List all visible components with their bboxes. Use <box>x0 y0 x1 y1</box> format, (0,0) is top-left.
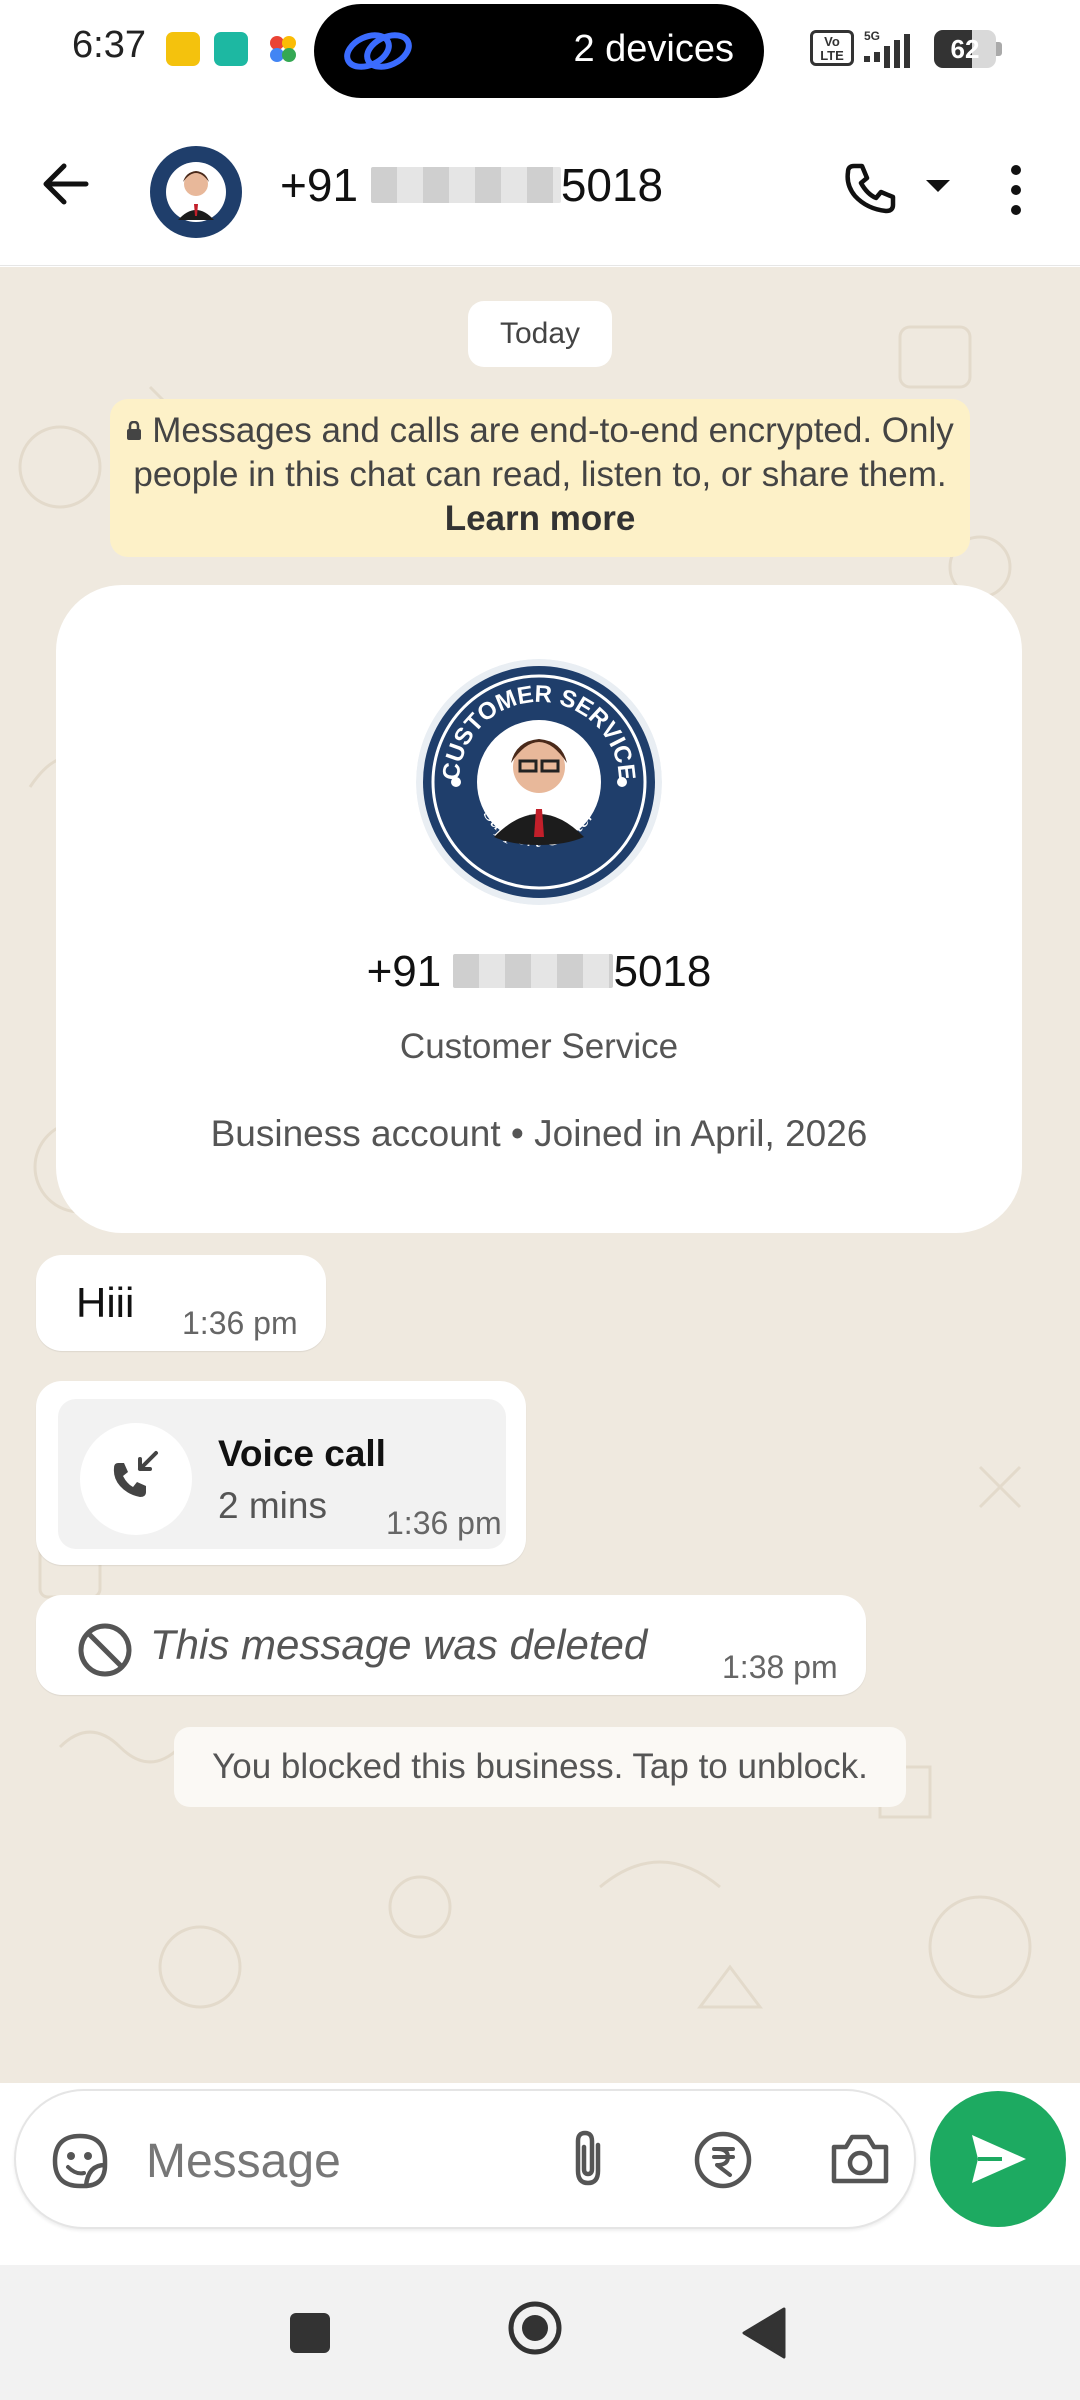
attach-icon[interactable] <box>558 2127 618 2191</box>
recents-button[interactable] <box>290 2313 330 2353</box>
battery-icon: 62 <box>934 30 1002 68</box>
business-account-info: Business account • Joined in April, 2026 <box>210 1113 868 1154</box>
message-time: 1:36 pm <box>182 1305 298 1341</box>
message-input-bar <box>0 2083 1080 2265</box>
more-vertical-icon[interactable] <box>996 160 1036 220</box>
volte-icon: Vo LTE <box>810 30 854 66</box>
connected-devices-pill[interactable]: 2 devices <box>314 4 764 98</box>
blocked-notice[interactable]: You blocked this business. Tap to unbloc… <box>174 1727 906 1807</box>
blocked-circle-icon <box>78 1623 132 1677</box>
business-number: +91 5018 <box>56 947 1022 997</box>
chat-header: +91 5018 <box>0 100 1080 266</box>
back-arrow-icon[interactable] <box>36 154 96 214</box>
encryption-notice[interactable]: Messages and calls are end-to-end encryp… <box>110 399 970 557</box>
app-notification-icon <box>214 32 248 66</box>
date-separator: Today <box>468 301 612 367</box>
incoming-call-icon-wrapper <box>80 1423 192 1535</box>
learn-more-link[interactable]: Learn more <box>445 499 636 538</box>
number-prefix: +91 <box>280 159 359 211</box>
status-time: 6:37 <box>72 24 146 66</box>
connected-devices-label: 2 devices <box>573 28 734 70</box>
business-number-prefix: +91 <box>366 947 442 996</box>
chat-area[interactable]: Today Messages and calls are end-to-end … <box>0 267 1080 2083</box>
system-nav-bar <box>0 2265 1080 2400</box>
business-info-card[interactable]: CUSTOMER SERVICE Support Center +91 5018… <box>56 585 1022 1233</box>
voice-call-bubble[interactable]: Voice call 2 mins 1:36 pm <box>36 1381 526 1565</box>
home-button[interactable] <box>506 2299 564 2357</box>
photos-notification-icon <box>270 36 296 62</box>
message-time: 1:38 pm <box>722 1649 838 1685</box>
send-button[interactable] <box>930 2091 1066 2227</box>
number-suffix: 5018 <box>560 159 664 211</box>
incoming-call-icon <box>113 1451 158 1497</box>
redacted-digits <box>370 167 561 204</box>
battery-level: 62 <box>950 34 980 64</box>
camera-icon[interactable] <box>828 2129 892 2189</box>
sticker-icon[interactable] <box>50 2131 110 2191</box>
send-icon <box>972 2135 1026 2183</box>
deleted-message-bubble[interactable]: This message was deleted 1:38 pm <box>36 1595 866 1695</box>
call-title: Voice call <box>218 1433 386 1474</box>
redacted-digits <box>453 953 614 989</box>
message-composer[interactable] <box>14 2089 916 2229</box>
lock-icon <box>127 421 142 440</box>
status-bar: 6:37 2 devices Vo LTE 5G 62 <box>0 0 1080 100</box>
nav-back-button[interactable] <box>740 2305 788 2361</box>
business-name: Customer Service <box>399 1027 679 1066</box>
message-bubble[interactable]: Hiii 1:36 pm <box>36 1255 326 1351</box>
deleted-message-text: This message was deleted <box>150 1621 648 1668</box>
contact-number[interactable]: +91 5018 <box>280 158 663 212</box>
business-avatar[interactable]: CUSTOMER SERVICE Support Center <box>416 659 662 905</box>
payment-rupee-icon[interactable] <box>692 2129 754 2191</box>
signal-icon: 5G <box>864 30 910 68</box>
call-options-chevron-icon[interactable] <box>926 180 950 192</box>
link-icon <box>344 32 412 70</box>
flipkart-notification-icon <box>166 32 200 66</box>
message-text: Hiii <box>76 1279 135 1326</box>
message-input[interactable] <box>146 2121 526 2201</box>
business-number-suffix: 5018 <box>613 947 712 996</box>
contact-avatar[interactable] <box>146 142 246 242</box>
message-time: 1:36 pm <box>386 1505 502 1541</box>
encryption-text: Messages and calls are end-to-end encryp… <box>133 411 954 494</box>
network-type-label: 5G <box>864 30 880 43</box>
phone-icon[interactable] <box>840 158 900 218</box>
call-duration: 2 mins <box>218 1485 327 1526</box>
